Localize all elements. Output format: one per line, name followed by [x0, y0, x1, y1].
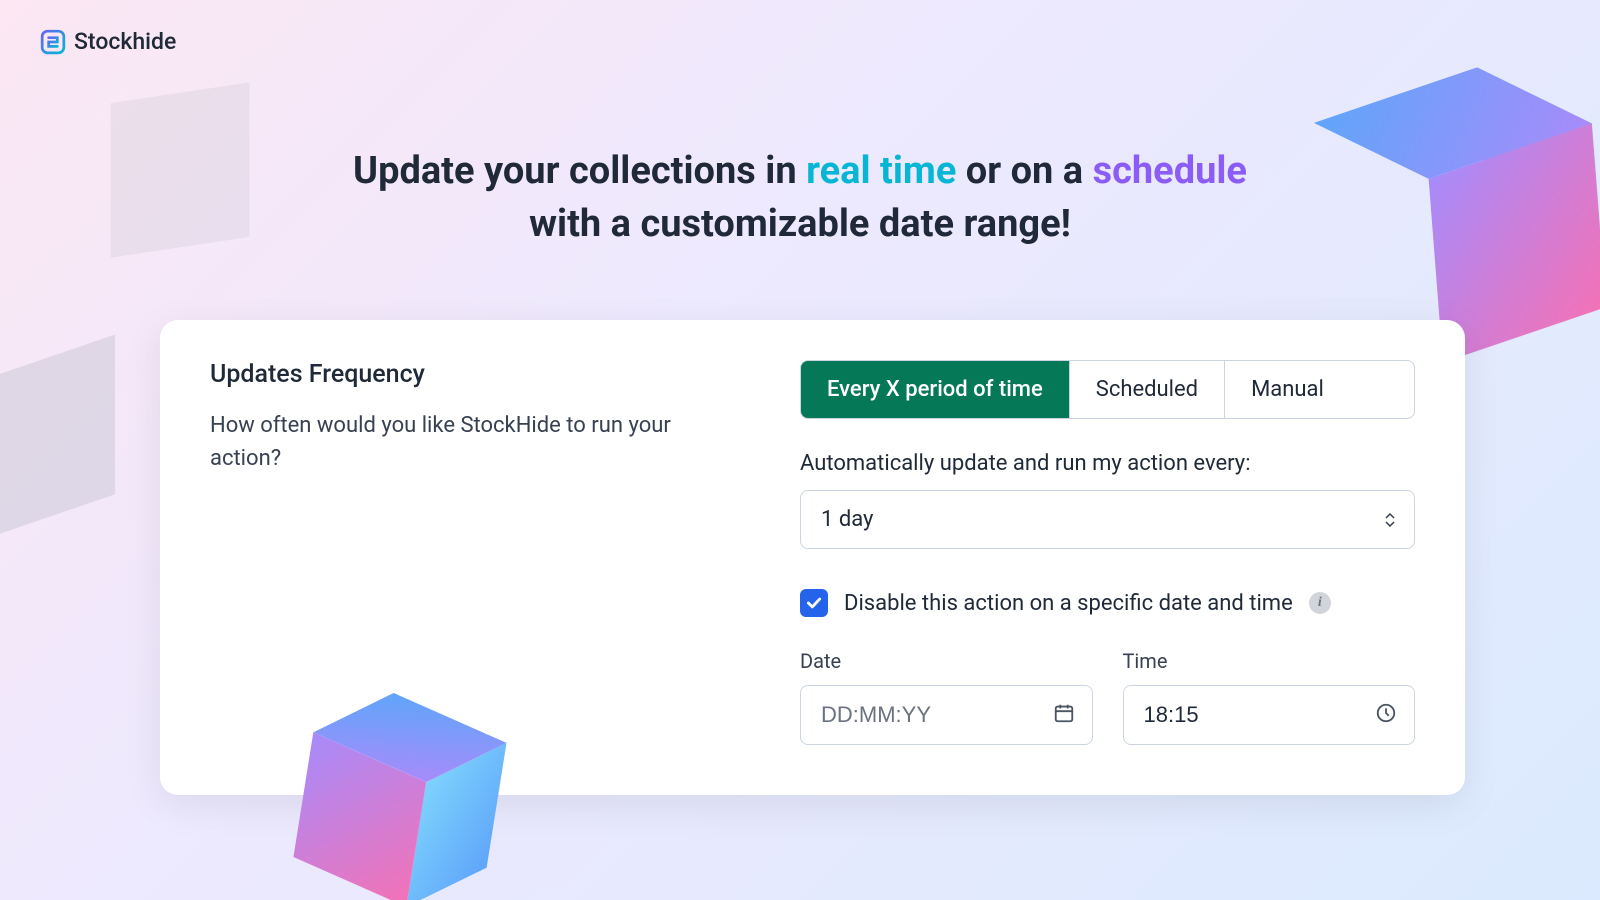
decorative-cube-bg-left: [0, 335, 115, 536]
decorative-cube-bottom: [334, 713, 467, 888]
brand-logo-icon: [40, 29, 66, 55]
highlight-realtime: real time: [806, 149, 956, 193]
date-label: Date: [800, 649, 1093, 673]
tab-scheduled[interactable]: Scheduled: [1070, 361, 1225, 418]
time-label: Time: [1123, 649, 1416, 673]
section-description: How often would you like StockHide to ru…: [210, 409, 740, 475]
highlight-schedule: schedule: [1093, 149, 1247, 193]
info-icon[interactable]: i: [1309, 592, 1331, 614]
time-input[interactable]: [1123, 685, 1416, 745]
section-title: Updates Frequency: [210, 360, 740, 389]
tab-manual[interactable]: Manual: [1225, 361, 1350, 418]
disable-action-checkbox[interactable]: [800, 589, 828, 617]
date-input[interactable]: [800, 685, 1093, 745]
check-icon: [805, 594, 823, 612]
tab-every-period[interactable]: Every X period of time: [801, 361, 1070, 418]
auto-update-label: Automatically update and run my action e…: [800, 451, 1415, 476]
period-select[interactable]: 1 day: [800, 490, 1415, 549]
brand-name: Stockhide: [74, 28, 176, 55]
frequency-tabs: Every X period of time Scheduled Manual: [800, 360, 1415, 419]
disable-action-label: Disable this action on a specific date a…: [844, 591, 1293, 616]
brand-logo: Stockhide: [40, 28, 176, 55]
page-headline: Update your collections in real time or …: [0, 145, 1600, 251]
